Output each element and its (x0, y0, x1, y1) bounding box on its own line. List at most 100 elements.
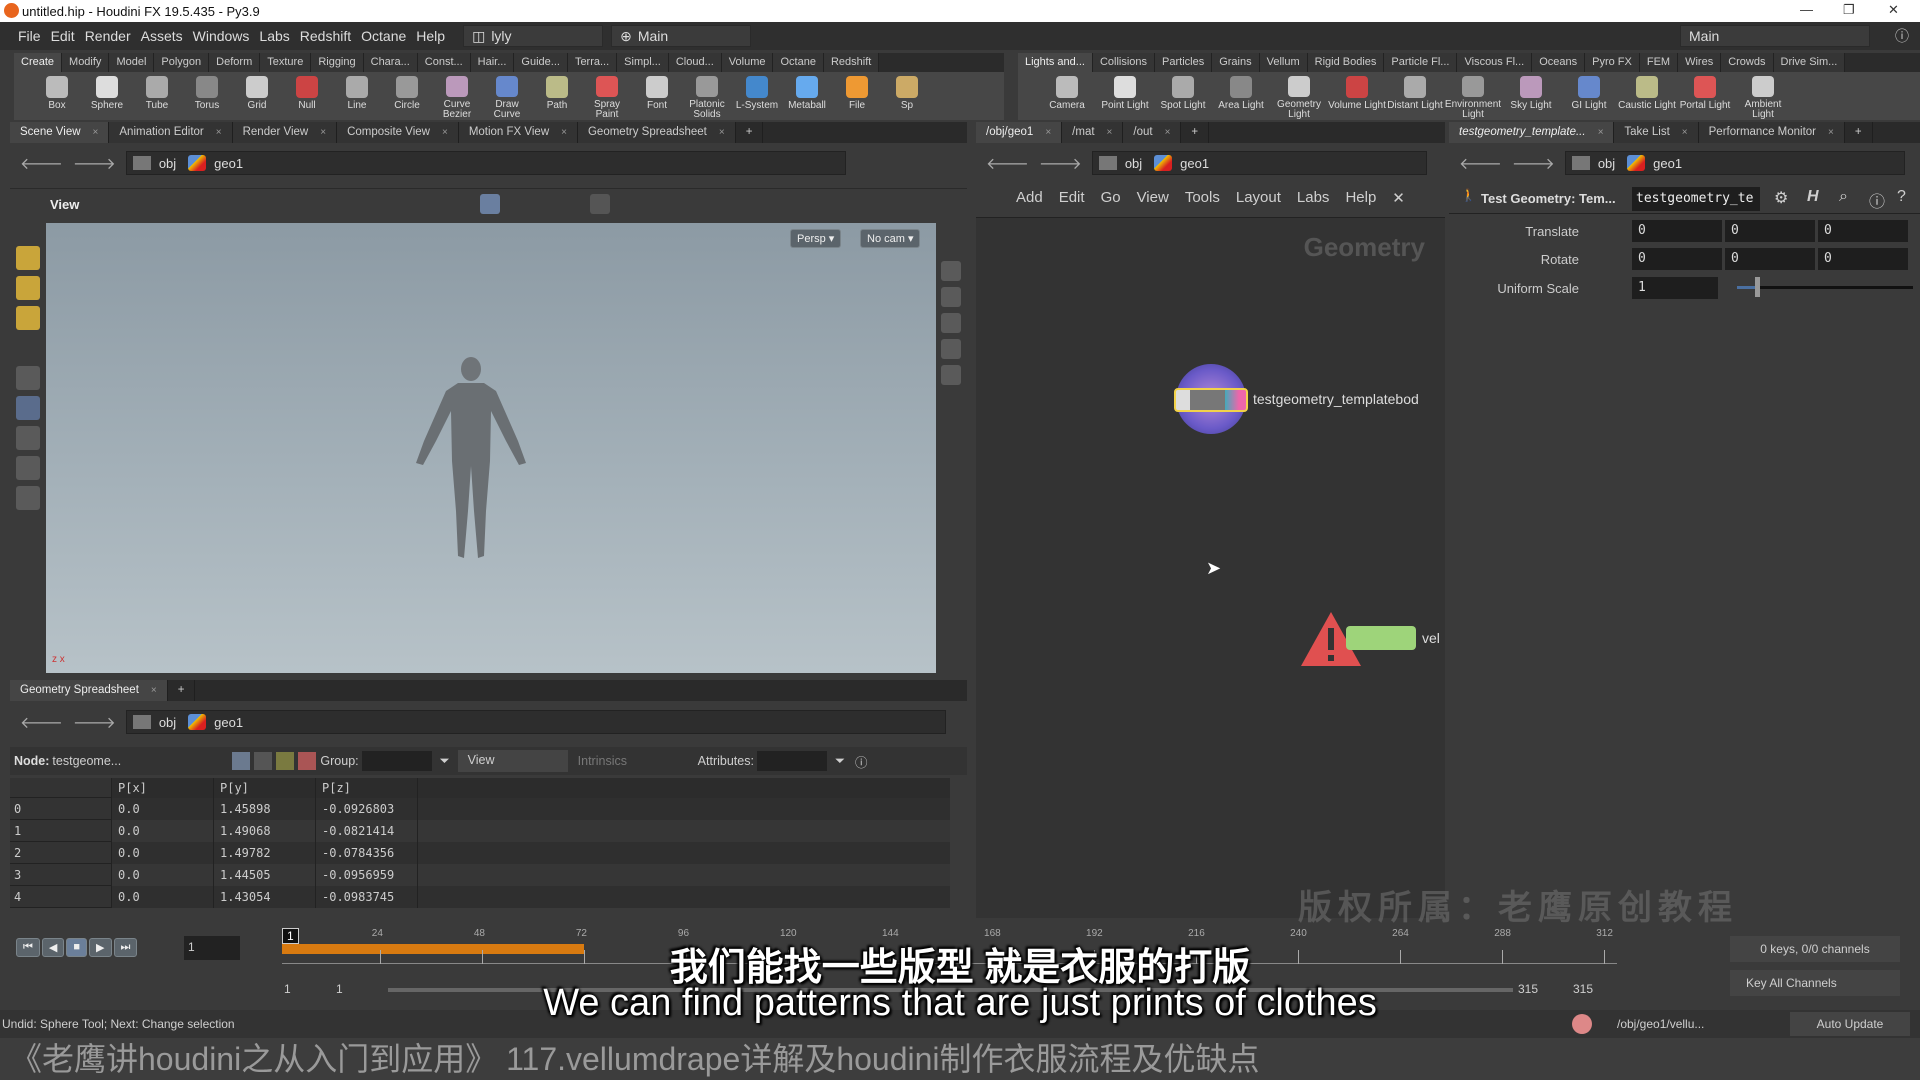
path-geo1[interactable]: geo1 (1180, 156, 1209, 171)
menu-assets[interactable]: Assets (141, 28, 183, 44)
display-icon[interactable] (941, 261, 961, 281)
tool-point-light[interactable]: Point Light (1096, 72, 1154, 120)
shelf-tab-grains[interactable]: Grains (1212, 53, 1260, 72)
tool-file[interactable]: File (832, 72, 882, 120)
menu-render[interactable]: Render (85, 28, 131, 44)
tool-distant-light[interactable]: Distant Light (1386, 72, 1444, 120)
camera-menu[interactable]: No cam ▾ (860, 229, 921, 248)
tool-grid[interactable]: Grid (232, 72, 282, 120)
shelf-tab-drive-sim[interactable]: Drive Sim... (1773, 53, 1846, 72)
rotate-z-field[interactable]: 0 (1818, 248, 1908, 270)
shelf-tab-lights-and[interactable]: Lights and... (1018, 53, 1093, 72)
shelf-tab-rigid-bodies[interactable]: Rigid Bodies (1307, 53, 1385, 72)
forward-arrow-icon[interactable]: 🡒 (1512, 153, 1555, 174)
table-row[interactable]: 1 0.0 1.49068 -0.0821414 (10, 820, 950, 842)
tool-curve-bezier[interactable]: Curve Bezier (432, 72, 482, 120)
network-editor[interactable]: Add Edit Go View Tools Layout Labs Help … (976, 178, 1445, 918)
ghost-icon[interactable] (941, 287, 961, 307)
tool-area-light[interactable]: Area Light (1212, 72, 1270, 120)
path-geo1[interactable]: geo1 (214, 715, 243, 730)
vertices-mode-icon[interactable] (254, 752, 273, 770)
wrench-icon[interactable]: ✕ (1392, 189, 1405, 207)
shelf-tab-simpl[interactable]: Simpl... (617, 53, 669, 72)
slider-handle[interactable] (1754, 277, 1760, 297)
table-row[interactable]: 2 0.0 1.49782 -0.0784356 (10, 842, 950, 864)
rotate-y-field[interactable]: 0 (1725, 248, 1815, 270)
path-breadcrumb[interactable]: obj geo1 (125, 151, 846, 175)
menu-layout[interactable]: Layout (1236, 189, 1281, 206)
add-tab-button[interactable]: + (1181, 122, 1210, 143)
table-row[interactable]: 3 0.0 1.44505 -0.0956959 (10, 864, 950, 886)
shelf-tab-wires[interactable]: Wires (1678, 53, 1722, 72)
search-icon[interactable]: ⌕ (1839, 188, 1848, 206)
menu-edit[interactable]: Edit (1059, 189, 1085, 206)
tool-line[interactable]: Line (332, 72, 382, 120)
shelf-tab-create[interactable]: Create (14, 53, 63, 72)
tool-sky-light[interactable]: Sky Light (1502, 72, 1560, 120)
tool-ambient-light[interactable]: Ambient Light (1734, 72, 1792, 120)
vellum-node-label[interactable]: vel (1422, 630, 1440, 646)
header-px[interactable]: P[x] (112, 778, 214, 798)
shelf-tab-particles[interactable]: Particles (1155, 53, 1213, 72)
tool-metaball[interactable]: Metaball (782, 72, 832, 120)
minimize-button[interactable]: — (1800, 2, 1813, 17)
shelf-tab-guide[interactable]: Guide... (514, 53, 568, 72)
help-icon[interactable]: ⓘ (855, 752, 868, 771)
tool-spot-light[interactable]: Spot Light (1154, 72, 1212, 120)
shelf-tab-pyro-fx[interactable]: Pyro FX (1585, 53, 1640, 72)
gear-icon[interactable]: ⚙ (1774, 188, 1788, 208)
desktop-dropdown[interactable]: ◫ lyly (463, 25, 604, 47)
shelf-tab-octane[interactable]: Octane (773, 53, 824, 72)
menu-edit[interactable]: Edit (51, 28, 75, 44)
shelf-tab-crowds[interactable]: Crowds (1721, 53, 1774, 72)
select-tool-icon[interactable] (16, 366, 40, 390)
back-arrow-icon[interactable]: 🡐 (20, 153, 63, 174)
tab-geometry-spreadsheet[interactable]: Geometry Spreadsheet × (577, 122, 736, 143)
path-obj[interactable]: obj (159, 715, 176, 730)
menu-octane[interactable]: Octane (361, 28, 406, 44)
shelf-tab-rigging[interactable]: Rigging (311, 53, 364, 72)
help-icon[interactable]: ? (1897, 188, 1906, 206)
path-breadcrumb[interactable]: obj geo1 (1564, 151, 1905, 175)
tab-take-list[interactable]: Take List × (1614, 122, 1699, 143)
menu-help[interactable]: Help (1345, 189, 1376, 206)
display-options-icon[interactable] (590, 194, 610, 214)
shelf-tab-terra[interactable]: Terra... (567, 53, 618, 72)
shelf-tab-fem[interactable]: FEM (1639, 53, 1679, 72)
tool-l-system[interactable]: L-System (732, 72, 782, 120)
tab-parameters[interactable]: testgeometry_template... × (1449, 122, 1615, 143)
tab-geometry-spreadsheet-bottom[interactable]: Geometry Spreadsheet × (10, 680, 168, 701)
menu-labs[interactable]: Labs (1297, 189, 1330, 206)
tool-gi-light[interactable]: GI Light (1560, 72, 1618, 120)
shelf-tab-chara[interactable]: Chara... (363, 53, 418, 72)
uniform-scale-slider[interactable] (1737, 277, 1913, 297)
path-breadcrumb[interactable]: obj geo1 (1091, 151, 1427, 175)
tab-out[interactable]: /out × (1123, 122, 1182, 143)
handle-tool-icon[interactable] (16, 246, 40, 270)
tool-geometry-light[interactable]: Geometry Light (1270, 72, 1328, 120)
lighting-icon[interactable] (941, 365, 961, 385)
path-geo1[interactable]: geo1 (1653, 156, 1682, 171)
shelf-tab-redshift[interactable]: Redshift (823, 53, 880, 72)
vellum-node[interactable] (1346, 626, 1416, 650)
tool-sphere[interactable]: Sphere (82, 72, 132, 120)
uniform-scale-field[interactable]: 1 (1632, 277, 1718, 299)
back-arrow-icon[interactable]: 🡐 (986, 153, 1029, 174)
move-tool-icon[interactable] (16, 426, 40, 450)
menu-view[interactable]: View (1137, 189, 1169, 206)
add-tab-button[interactable]: + (736, 122, 764, 143)
tool-camera[interactable]: Camera (1038, 72, 1096, 120)
table-row[interactable]: 0 0.0 1.45898 -0.0926803 (10, 798, 950, 820)
shelf-tab-oceans[interactable]: Oceans (1532, 53, 1586, 72)
lock-camera-icon[interactable] (941, 313, 961, 333)
points-mode-icon[interactable] (232, 752, 251, 770)
primitives-mode-icon[interactable] (276, 752, 295, 770)
testgeometry-node-label[interactable]: testgeometry_templatebod (1253, 391, 1419, 407)
tool-sp[interactable]: Sp (882, 72, 932, 120)
hda-icon[interactable]: H (1807, 188, 1819, 206)
header-py[interactable]: P[y] (214, 778, 316, 798)
shelf-tab-texture[interactable]: Texture (260, 53, 312, 72)
tool-volume-light[interactable]: Volume Light (1328, 72, 1386, 120)
menu-file[interactable]: File (18, 28, 41, 44)
rotate-tool-icon[interactable] (16, 456, 40, 480)
